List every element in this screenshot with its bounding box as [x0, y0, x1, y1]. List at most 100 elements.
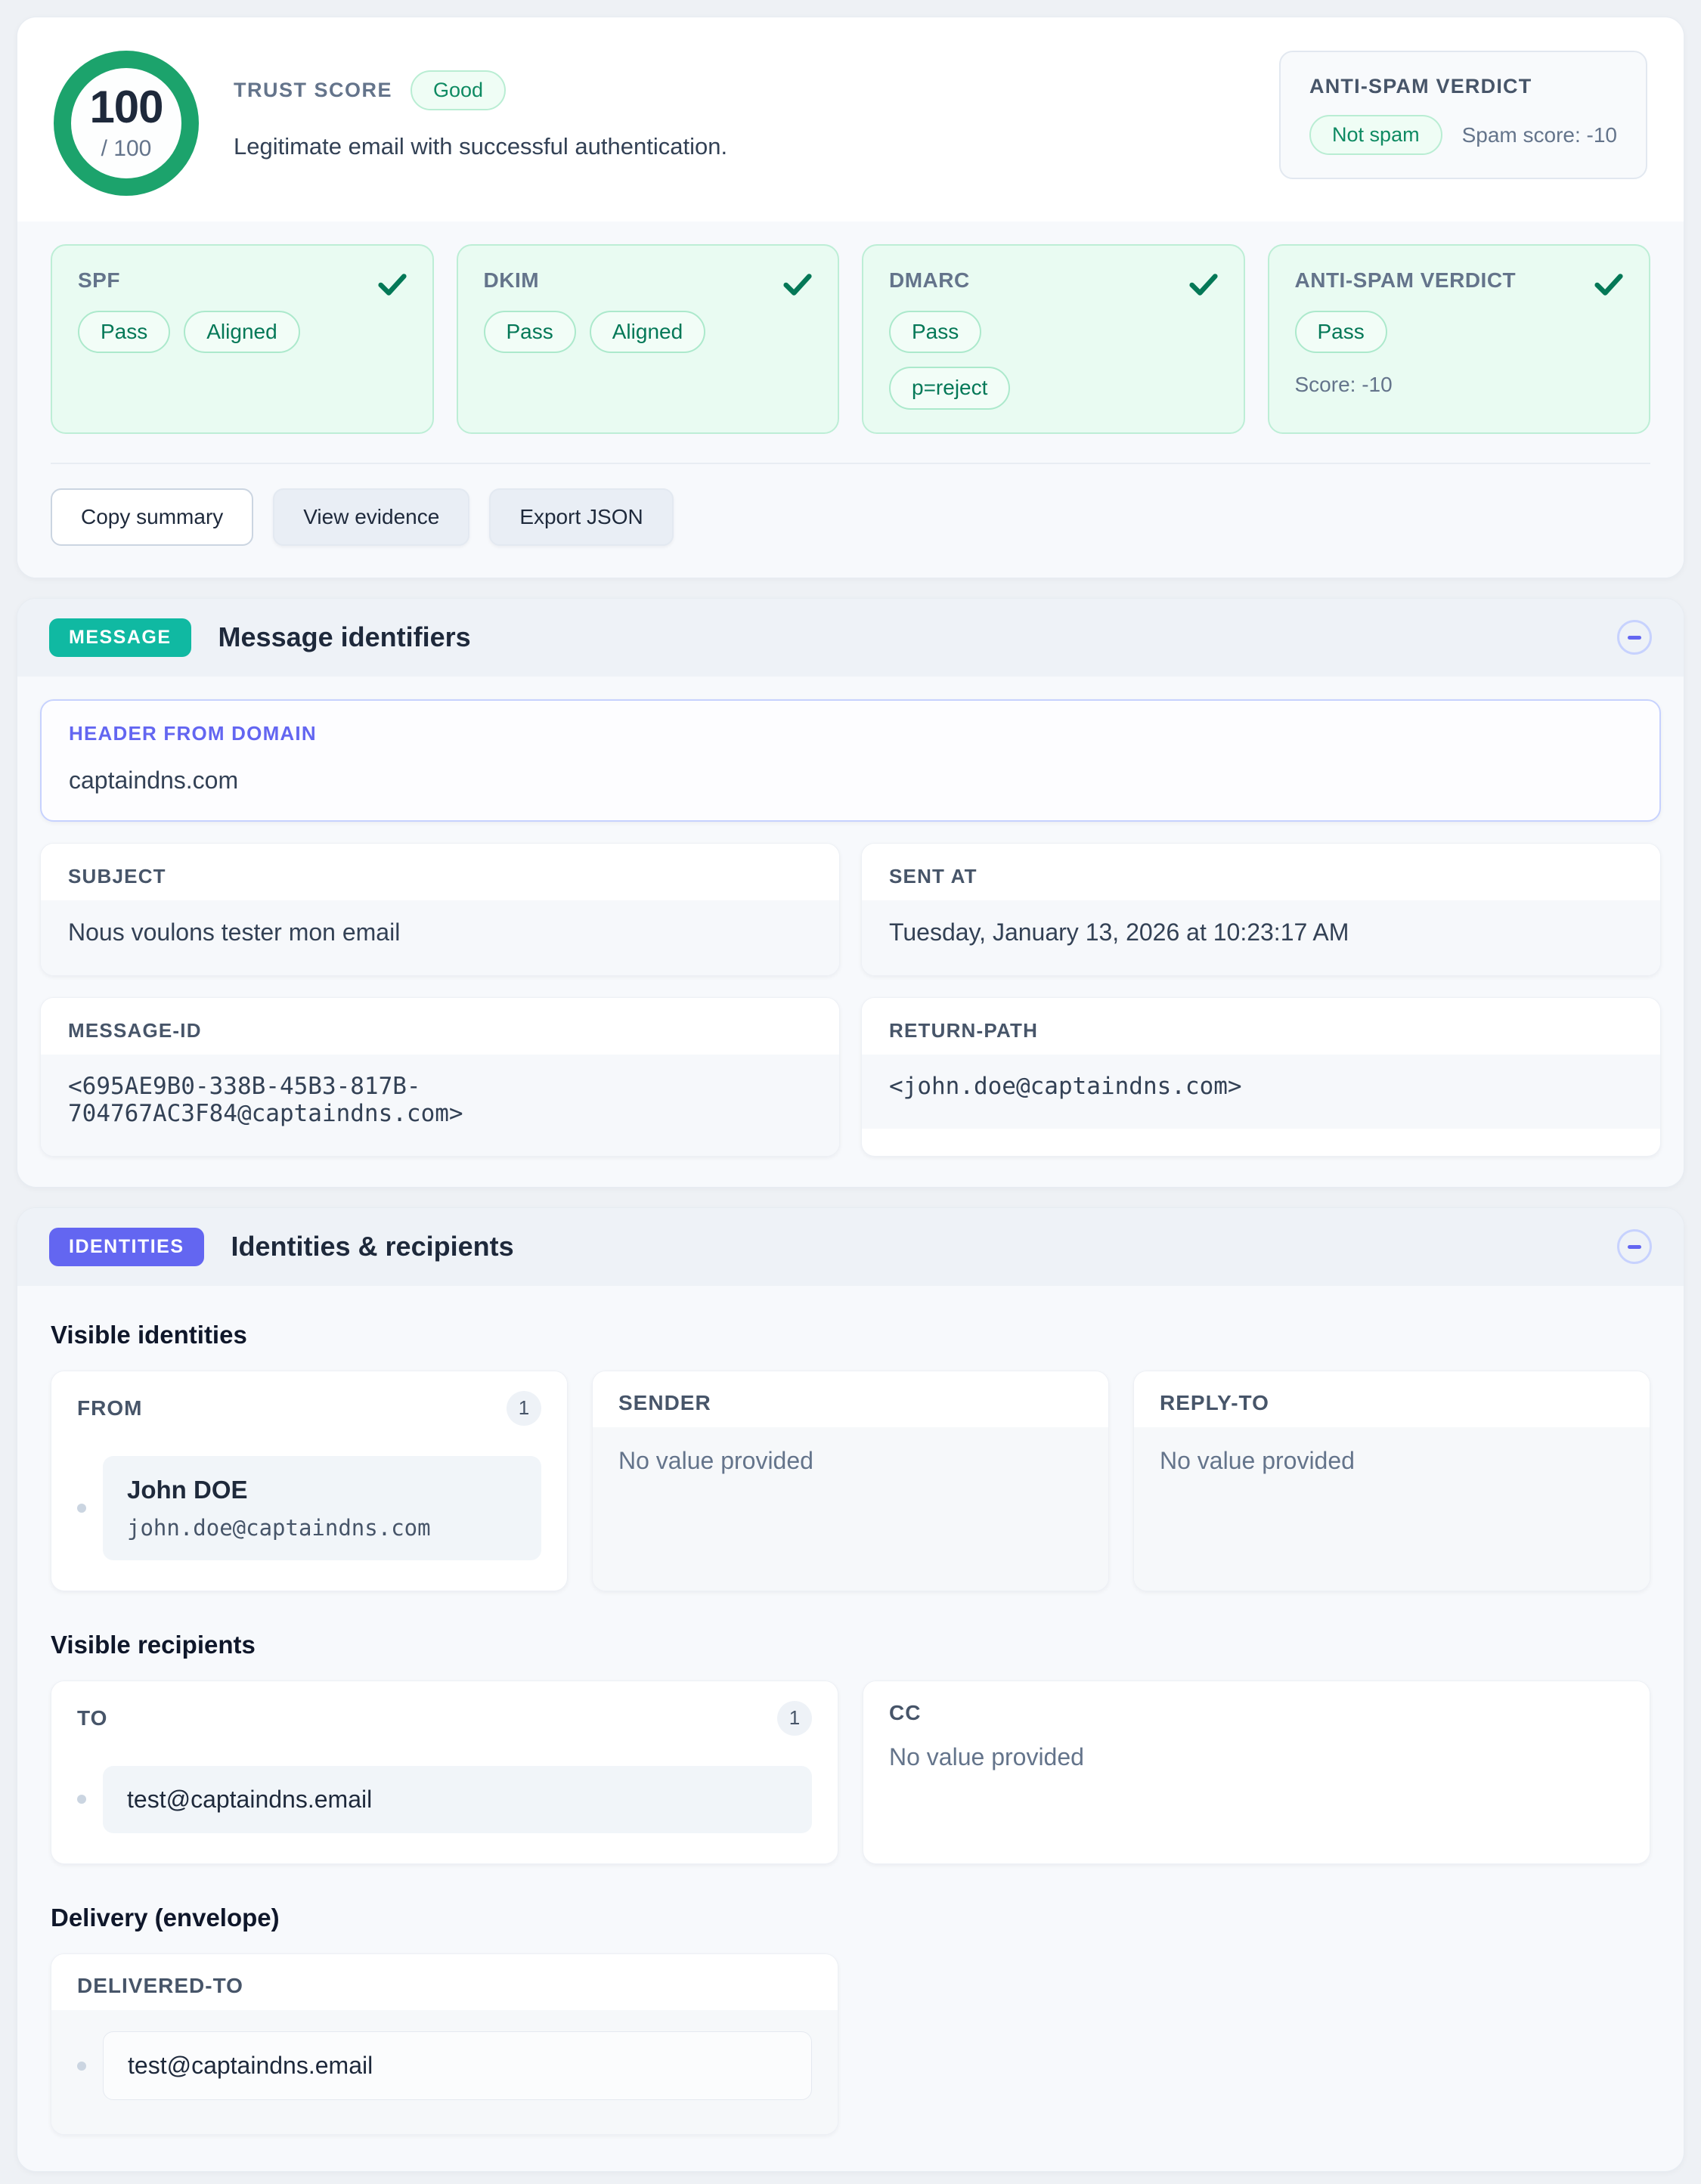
check-icon: [780, 267, 815, 302]
reply-to-card: REPLY-TO No value provided: [1133, 1371, 1650, 1591]
cc-card: CC No value provided: [863, 1681, 1650, 1864]
trust-score-value: 100: [89, 85, 163, 130]
recipient-entry: test@captaindns.email: [103, 1766, 812, 1833]
check-icon: [1186, 267, 1221, 302]
collapse-identities-section-button[interactable]: [1617, 1229, 1652, 1264]
field-value: Tuesday, January 13, 2026 at 10:23:17 AM: [862, 900, 1660, 975]
visible-identities-heading: Visible identities: [51, 1321, 1650, 1349]
field-label: RETURN-PATH: [862, 998, 1660, 1055]
empty-value-text: No value provided: [618, 1447, 813, 1474]
count-badge: 1: [507, 1391, 541, 1426]
visible-recipients-grid: TO 1 test@captaindns.email CC: [51, 1681, 1650, 1864]
identities-section: IDENTITIES Identities & recipients Visib…: [17, 1207, 1684, 2172]
trust-description: Legitimate email with successful authent…: [234, 133, 727, 160]
anti-spam-title: ANTI-SPAM VERDICT: [1295, 268, 1624, 293]
sent-at-field: SENT AT Tuesday, January 13, 2026 at 10:…: [861, 843, 1661, 976]
from-label: FROM: [77, 1396, 142, 1420]
from-card: FROM 1 John DOE john.doe@captaindns.com: [51, 1371, 568, 1591]
dkim-title: DKIM: [484, 268, 813, 293]
status-badge: p=reject: [889, 367, 1010, 409]
copy-summary-button[interactable]: Copy summary: [51, 488, 253, 546]
message-identifiers-section: MESSAGE Message identifiers HEADER FROM …: [17, 598, 1684, 1188]
identities-section-title: Identities & recipients: [231, 1231, 514, 1262]
reply-to-label: REPLY-TO: [1160, 1391, 1269, 1415]
check-icon: [1591, 267, 1626, 302]
field-label: SUBJECT: [41, 844, 839, 900]
return-path-field: RETURN-PATH <john.doe@captaindns.com>: [861, 997, 1661, 1157]
trust-summary-body: SPF Pass Aligned DKIM Pass: [17, 221, 1684, 578]
email-analysis-page: 100 / 100 TRUST SCORE Good Legitimate em…: [0, 0, 1701, 2184]
delivery-grid-spacer: [863, 1953, 1650, 2135]
cc-label: CC: [889, 1701, 921, 1725]
trust-score-denominator: / 100: [101, 136, 152, 162]
bullet-icon: [77, 1504, 86, 1513]
view-evidence-button[interactable]: View evidence: [273, 488, 469, 546]
anti-spam-score-text: Score: -10: [1295, 373, 1624, 397]
delivered-to-card: DELIVERED-TO test@captaindns.email: [51, 1953, 838, 2135]
delivery-grid: DELIVERED-TO test@captaindns.email: [51, 1953, 1650, 2135]
status-badge: Pass: [1295, 311, 1387, 353]
status-badge: Pass: [78, 311, 170, 353]
dmarc-title: DMARC: [889, 268, 1218, 293]
trust-summary-header: 100 / 100 TRUST SCORE Good Legitimate em…: [17, 17, 1684, 221]
empty-value-text: No value provided: [1160, 1447, 1355, 1474]
delivered-to-label: DELIVERED-TO: [77, 1974, 243, 1998]
spam-score-text: Spam score: -10: [1462, 123, 1617, 147]
field-value: <695AE9B0-338B-45B3-817B-704767AC3F84@ca…: [41, 1055, 839, 1156]
message-section-header: MESSAGE Message identifiers: [17, 599, 1684, 677]
trust-score-label: TRUST SCORE: [234, 79, 392, 102]
field-label: SENT AT: [862, 844, 1660, 900]
identity-email: john.doe@captaindns.com: [127, 1515, 517, 1541]
anti-spam-verdict-box: ANTI-SPAM VERDICT Not spam Spam score: -…: [1279, 51, 1647, 179]
collapse-message-section-button[interactable]: [1617, 620, 1652, 655]
status-badge: Pass: [889, 311, 981, 353]
to-label: TO: [77, 1706, 107, 1730]
anti-spam-verdict-title: ANTI-SPAM VERDICT: [1309, 75, 1617, 98]
field-label: MESSAGE-ID: [41, 998, 839, 1055]
spf-check-card: SPF Pass Aligned: [51, 244, 434, 434]
message-section-badge: MESSAGE: [49, 618, 191, 657]
visible-recipients-heading: Visible recipients: [51, 1631, 1650, 1659]
delivered-entry: test@captaindns.email: [103, 2031, 812, 2100]
not-spam-badge: Not spam: [1309, 115, 1442, 155]
summary-divider: [51, 463, 1650, 464]
spf-title: SPF: [78, 268, 407, 293]
dmarc-check-card: DMARC Pass p=reject: [862, 244, 1245, 434]
identities-section-badge: IDENTITIES: [49, 1228, 204, 1266]
delivered-email: test@captaindns.email: [128, 2052, 787, 2080]
identities-section-header: IDENTITIES Identities & recipients: [17, 1208, 1684, 1286]
field-label: HEADER FROM DOMAIN: [42, 701, 1659, 757]
summary-actions: Copy summary View evidence Export JSON: [51, 488, 1650, 546]
count-badge: 1: [777, 1701, 812, 1736]
identities-section-body: Visible identities FROM 1 John DOE john.…: [17, 1286, 1684, 2171]
identity-name: John DOE: [127, 1476, 517, 1504]
to-list-item: test@captaindns.email: [51, 1748, 838, 1863]
status-badge: Aligned: [590, 311, 705, 353]
from-list-item: John DOE john.doe@captaindns.com: [51, 1438, 567, 1591]
dkim-check-card: DKIM Pass Aligned: [457, 244, 840, 434]
minus-icon: [1628, 1245, 1641, 1249]
empty-value-text: No value provided: [889, 1743, 1084, 1770]
check-icon: [375, 267, 410, 302]
status-badge: Pass: [484, 311, 576, 353]
sender-label: SENDER: [618, 1391, 711, 1415]
trust-score-ring: 100 / 100: [54, 51, 199, 196]
message-section-title: Message identifiers: [218, 621, 471, 653]
sender-card: SENDER No value provided: [592, 1371, 1109, 1591]
trust-summary-card: 100 / 100 TRUST SCORE Good Legitimate em…: [17, 17, 1684, 578]
header-from-domain-field: HEADER FROM DOMAIN captaindns.com: [40, 699, 1661, 822]
auth-checks-grid: SPF Pass Aligned DKIM Pass: [51, 244, 1650, 434]
delivery-envelope-heading: Delivery (envelope): [51, 1904, 1650, 1932]
identity-entry: John DOE john.doe@captaindns.com: [103, 1456, 541, 1560]
message-section-body: HEADER FROM DOMAIN captaindns.com SUBJEC…: [17, 677, 1684, 1187]
visible-identities-grid: FROM 1 John DOE john.doe@captaindns.com …: [51, 1371, 1650, 1591]
field-value: Nous voulons tester mon email: [41, 900, 839, 975]
message-id-field: MESSAGE-ID <695AE9B0-338B-45B3-817B-7047…: [40, 997, 840, 1157]
subject-field: SUBJECT Nous voulons tester mon email: [40, 843, 840, 976]
delivered-to-list-item: test@captaindns.email: [51, 2010, 838, 2134]
field-value: <john.doe@captaindns.com>: [862, 1055, 1660, 1129]
export-json-button[interactable]: Export JSON: [489, 488, 673, 546]
bullet-icon: [77, 1795, 86, 1804]
recipient-email: test@captaindns.email: [127, 1786, 788, 1814]
minus-icon: [1628, 636, 1641, 640]
